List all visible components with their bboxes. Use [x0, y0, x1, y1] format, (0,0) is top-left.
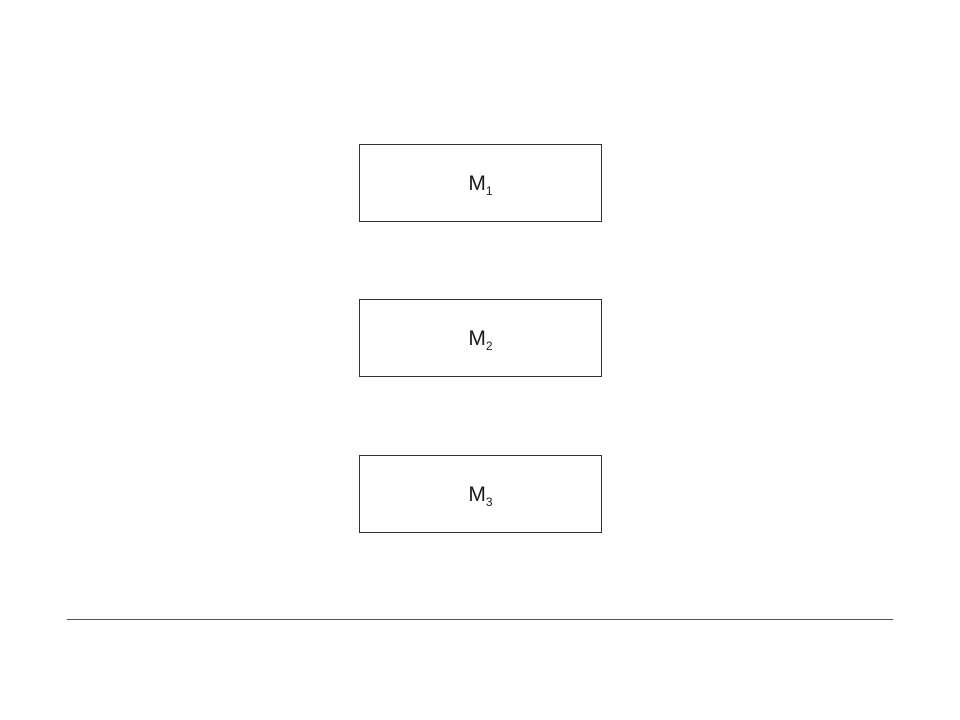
box-label: M1: [468, 171, 492, 197]
box-label-subscript: 2: [485, 338, 493, 353]
box-label-subscript: 3: [485, 494, 493, 509]
horizontal-divider-line: [67, 619, 893, 620]
box-label-letter: M: [468, 482, 486, 506]
box-label-subscript: 1: [485, 183, 493, 198]
box-label-letter: M: [468, 171, 486, 195]
diagram-box-m1: M1: [359, 144, 602, 222]
box-label-letter: M: [468, 326, 486, 350]
diagram-box-m2: M2: [359, 299, 602, 377]
box-label: M2: [468, 326, 492, 352]
box-label: M3: [468, 482, 492, 508]
diagram-box-m3: M3: [359, 455, 602, 533]
